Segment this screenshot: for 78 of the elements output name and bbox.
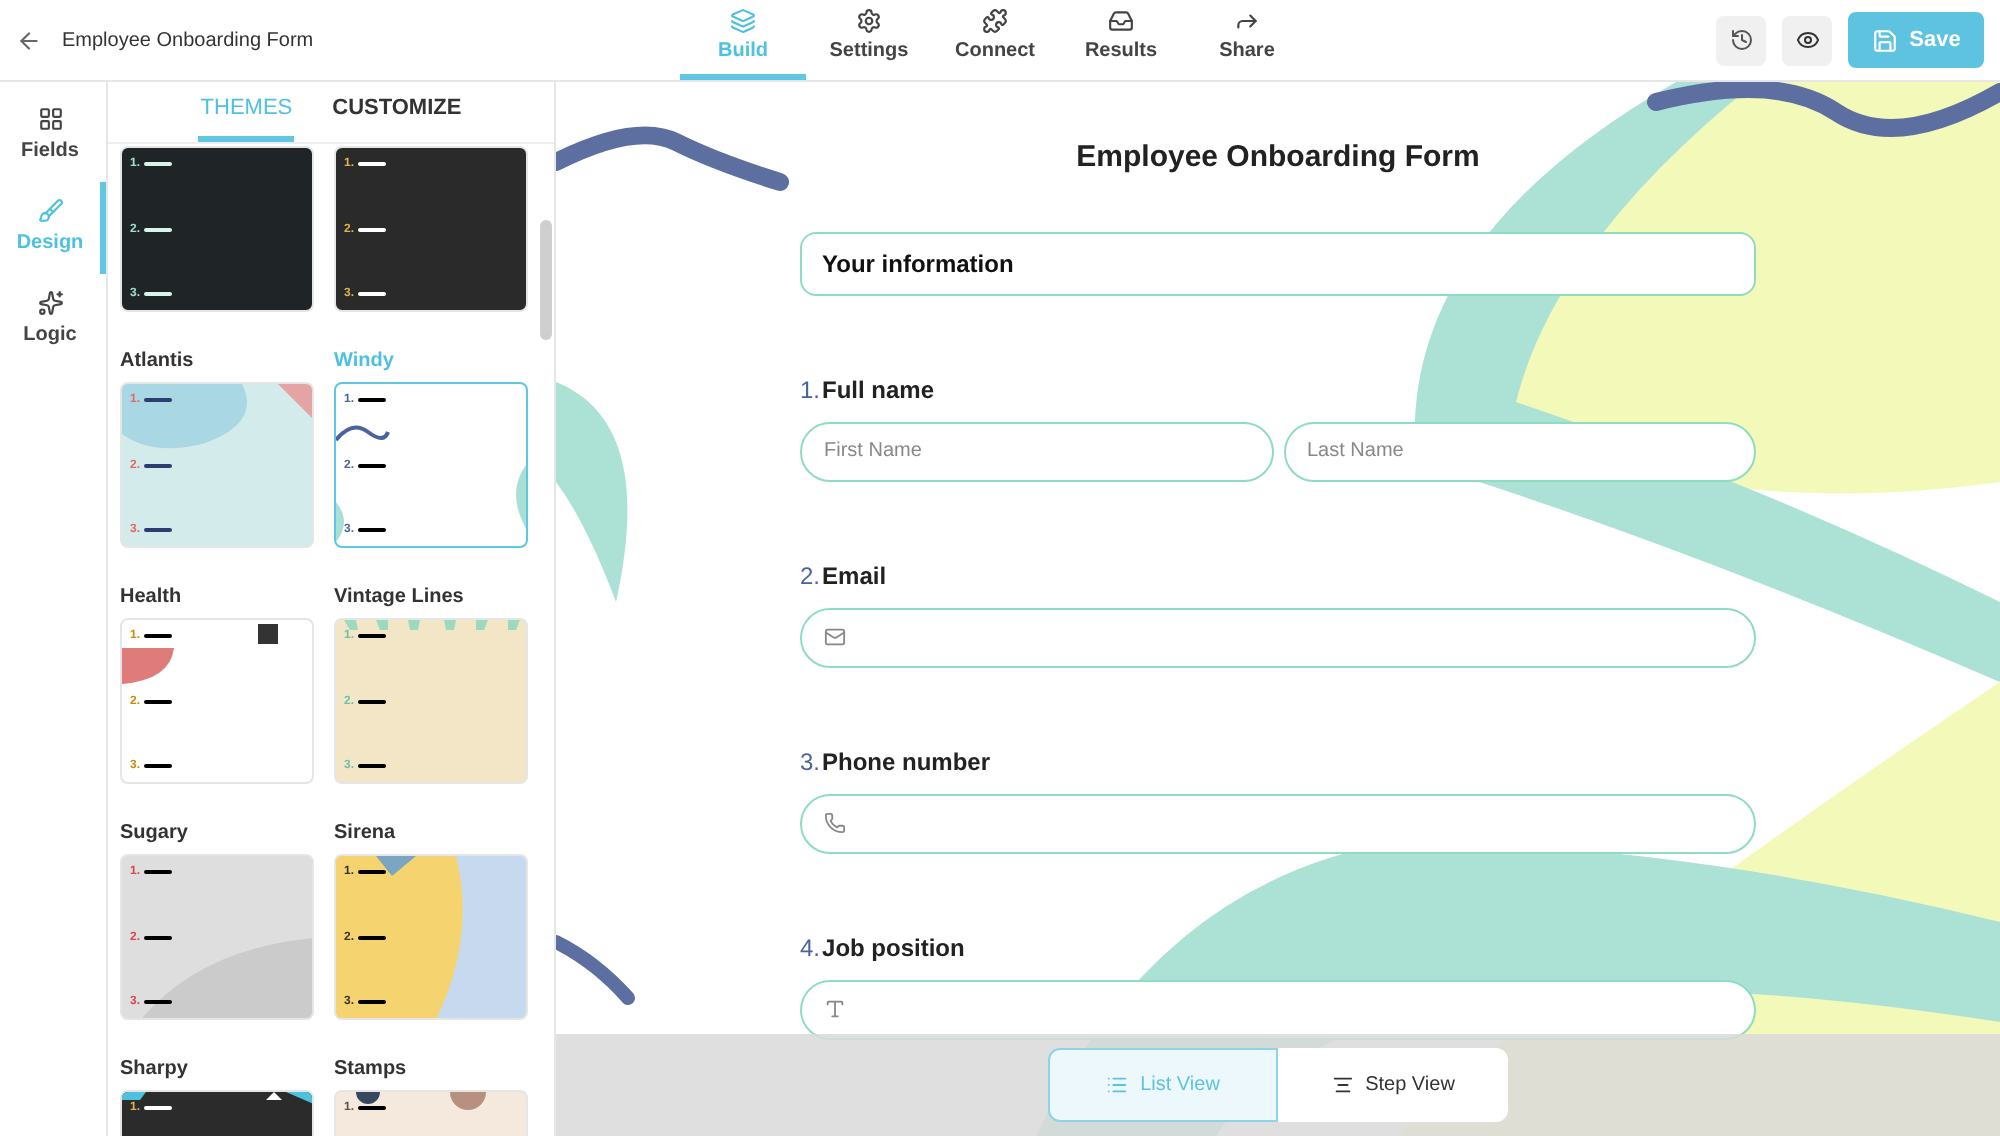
settings-icon (856, 8, 882, 34)
question-number: 3. (800, 745, 821, 779)
question-label: Full name (822, 373, 935, 407)
line-mark (144, 227, 173, 231)
history-button[interactable] (1716, 15, 1766, 65)
history-icon (1729, 28, 1753, 52)
brush-icon (37, 198, 63, 224)
back-arrow-icon[interactable] (16, 27, 42, 53)
line-mark (144, 463, 173, 467)
line-mark (358, 699, 387, 703)
sparkles-icon (37, 290, 63, 316)
theme-name: Atlantis (120, 348, 196, 376)
nav-tab[interactable]: Results (1058, 0, 1184, 80)
rail-tab[interactable]: Fields (0, 90, 106, 182)
question-number: 4. (800, 931, 821, 965)
grid-icon (37, 106, 63, 132)
line-mark (358, 634, 387, 638)
line-mark (358, 528, 387, 532)
name-input-field[interactable]: First Name (800, 421, 1273, 481)
line-mark (144, 634, 173, 638)
theme-name: Sharpy (120, 1056, 190, 1084)
theme-name: Health (120, 584, 184, 612)
inbox-icon (1108, 8, 1134, 34)
text-input-field[interactable] (800, 979, 1756, 1039)
question-label: Phone number (822, 745, 991, 779)
nav-tab[interactable]: Settings (806, 0, 932, 80)
email-input-field[interactable] (800, 607, 1756, 667)
layers-icon (730, 8, 756, 34)
line-mark (144, 1000, 173, 1004)
form-heading: Employee Onboarding Form (1074, 138, 1482, 178)
line-mark (358, 162, 387, 166)
line-mark (144, 292, 173, 296)
theme-name: Vintage Lines (334, 584, 466, 612)
line-mark (358, 463, 387, 467)
phone-input-field[interactable] (800, 793, 1756, 853)
text-type-icon (824, 998, 846, 1020)
preview-button[interactable] (1782, 15, 1832, 65)
section-header: Your information (800, 231, 1756, 295)
panel-tab[interactable]: CUSTOMIZE (330, 82, 464, 142)
line-mark (144, 764, 173, 768)
theme-name: Windy (334, 348, 396, 376)
line-mark (144, 528, 173, 532)
rail-tab[interactable]: Logic (0, 274, 106, 366)
line-mark (358, 1106, 387, 1110)
list-icon (1106, 1074, 1129, 1096)
line-mark (144, 162, 173, 166)
nav-tab[interactable]: Share (1184, 0, 1310, 80)
theme-name: Stamps (334, 1056, 409, 1084)
line-mark (144, 1106, 173, 1110)
phone-icon (824, 812, 846, 834)
theme-name: Sirena (334, 820, 398, 848)
question-number: 1. (800, 373, 821, 407)
line-mark (144, 398, 173, 402)
line-mark (358, 764, 387, 768)
lines-icon (1331, 1074, 1354, 1096)
blob-decoration-icon (122, 648, 174, 684)
question-label: Email (822, 559, 887, 593)
line-mark (358, 398, 387, 402)
question-label: Job position (822, 931, 965, 965)
line-mark (358, 292, 387, 296)
question-number: 2. (800, 559, 821, 593)
puzzle-icon (982, 8, 1008, 34)
line-mark (358, 1000, 387, 1004)
line-mark (144, 699, 173, 703)
eye-icon (1795, 28, 1819, 52)
name-input-field[interactable]: Last Name (1283, 421, 1756, 481)
line-mark (358, 227, 387, 231)
line-mark (358, 870, 387, 874)
theme-name: Sugary (120, 820, 190, 848)
line-mark (358, 935, 387, 939)
view-toggle[interactable]: Step View (1278, 1048, 1508, 1122)
form-title: Employee Onboarding Form (62, 27, 314, 55)
line-mark (144, 870, 173, 874)
share-icon (1234, 8, 1260, 34)
envelope-icon (824, 626, 846, 648)
line-mark (144, 935, 173, 939)
scrollbar[interactable] (540, 220, 552, 340)
nav-tab[interactable]: Connect (932, 0, 1058, 80)
